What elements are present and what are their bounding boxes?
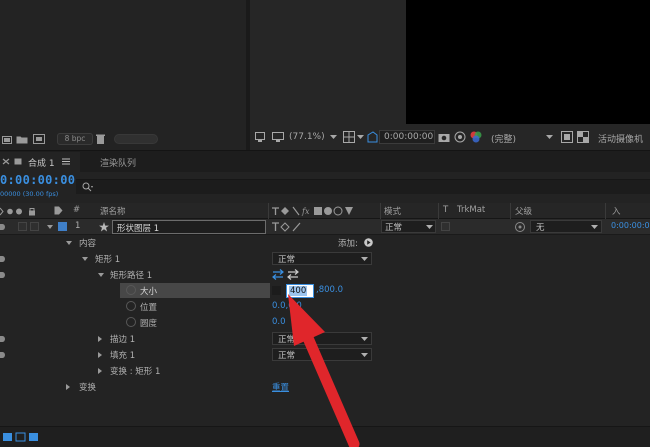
chevron-down-icon[interactable]: [357, 135, 364, 140]
col-preserve-transparency: T: [443, 205, 449, 215]
label-tag-icon: [54, 206, 63, 215]
pick-whip-icon[interactable]: [514, 221, 526, 233]
size-label: 大小: [140, 287, 158, 297]
path-direction-icon[interactable]: [272, 269, 302, 280]
chevron-down-icon: [361, 257, 368, 261]
chevron-down-icon: [361, 353, 368, 357]
close-icon[interactable]: [2, 158, 10, 165]
switches-icons: fx: [272, 206, 353, 216]
rectangle-path-row[interactable]: 矩形路径 1: [0, 267, 650, 283]
add-arrow-icon[interactable]: [364, 238, 373, 247]
expand-icon[interactable]: [66, 384, 70, 390]
col-source-name[interactable]: 源名称: [100, 205, 126, 217]
zoom-level[interactable]: (77.1%): [289, 132, 325, 142]
frame-rate-readout: 00000 (30.00 fps): [0, 190, 59, 198]
rectangle-blend-mode-dropdown[interactable]: 正常: [272, 252, 372, 265]
new-composition-icon[interactable]: [33, 134, 45, 144]
resolution-dropdown[interactable]: (完整): [491, 132, 516, 145]
layer-index: 1: [75, 221, 81, 231]
show-channel-icon[interactable]: [454, 131, 466, 143]
visibility-icon[interactable]: [0, 256, 5, 262]
tab-menu-icon[interactable]: [62, 158, 70, 165]
layer-visibility-icon[interactable]: [0, 224, 5, 230]
visibility-icon[interactable]: [0, 272, 5, 278]
layer-in-time[interactable]: 0:00:00:00: [611, 221, 650, 230]
project-panel: [0, 0, 246, 148]
layer-search-input[interactable]: [76, 179, 650, 194]
tab-render-queue[interactable]: 渲染队列: [100, 156, 136, 169]
svg-text:fx: fx: [301, 207, 310, 216]
timeline-tab-bar: [0, 150, 650, 172]
interpret-footage-icon[interactable]: [2, 135, 12, 144]
lock-switch[interactable]: [30, 222, 39, 231]
col-number: #: [73, 205, 81, 215]
viewer-canvas[interactable]: [406, 0, 650, 124]
stopwatch-icon[interactable]: [126, 317, 136, 327]
solo-switch[interactable]: [18, 222, 27, 231]
col-parent: 父级: [515, 207, 533, 217]
col-mode: 模式: [384, 207, 402, 217]
camera-view-dropdown[interactable]: 活动摄像机: [598, 132, 643, 145]
grid-guides-icon[interactable]: [343, 131, 355, 143]
shape-star-icon: [99, 222, 109, 232]
expand-icon[interactable]: [66, 241, 72, 245]
color-channels-icon[interactable]: [469, 130, 483, 144]
viewer-footer-bar: (77.1%) 0:00:00:00 (完整) 活动摄像机: [250, 126, 650, 148]
trash-icon[interactable]: [96, 134, 105, 144]
col-in: 入: [612, 207, 621, 217]
transparency-grid-icon[interactable]: [577, 131, 589, 143]
expand-icon[interactable]: [98, 352, 102, 358]
expand-icon[interactable]: [98, 336, 102, 342]
bit-depth-button[interactable]: 8 bpc: [57, 133, 93, 145]
add-menu-label[interactable]: 添加:: [338, 237, 358, 249]
red-annotation-arrow: [288, 294, 360, 447]
layer-switches[interactable]: [272, 222, 306, 232]
expand-layer-icon[interactable]: [47, 225, 53, 229]
visibility-icon[interactable]: [0, 352, 5, 358]
chevron-down-icon: [426, 225, 433, 229]
chevron-down-icon[interactable]: [330, 135, 337, 140]
current-time-field[interactable]: 0:00:00:00: [379, 130, 435, 144]
layer-mode-dropdown[interactable]: 正常: [381, 220, 436, 233]
search-icon: [82, 182, 93, 192]
snapshot-camera-icon[interactable]: [438, 132, 450, 142]
expand-icon[interactable]: [98, 368, 102, 374]
new-folder-icon[interactable]: [16, 135, 28, 144]
content-group-row[interactable]: 内容 添加:: [0, 235, 650, 251]
chevron-down-icon: [361, 337, 368, 341]
tab-composition[interactable]: 合成 1: [0, 152, 80, 172]
layer-name-field[interactable]: 形状图层 1: [112, 220, 266, 234]
region-of-interest-icon[interactable]: [561, 131, 573, 143]
timeline-current-time[interactable]: 0:00:00:00: [0, 173, 75, 187]
rectangle-group-row[interactable]: 矩形 1 正常: [0, 251, 650, 267]
mask-visibility-icon[interactable]: [366, 131, 378, 143]
col-track-matte: TrkMat: [457, 205, 486, 215]
expand-icon[interactable]: [82, 257, 88, 261]
label-color-swatch[interactable]: [58, 222, 67, 231]
parent-dropdown[interactable]: 无: [530, 220, 602, 233]
stopwatch-icon[interactable]: [126, 285, 136, 295]
visibility-icon[interactable]: [0, 336, 5, 342]
composition-icon: [14, 158, 22, 165]
monitor-icon[interactable]: [272, 132, 284, 142]
stopwatch-icon[interactable]: [126, 301, 136, 311]
thumbnail-size-slider[interactable]: [114, 134, 158, 144]
footer-toggle-icons[interactable]: [3, 431, 43, 442]
layer-row[interactable]: 1 形状图层 1 正常 无 0:00:00:00: [0, 219, 650, 235]
expand-icon[interactable]: [98, 273, 104, 277]
chevron-down-icon: [591, 225, 598, 229]
av-features-icon: [0, 207, 35, 216]
always-preview-icon[interactable]: [255, 132, 265, 142]
chevron-down-icon[interactable]: [546, 135, 553, 140]
preserve-transparency-checkbox[interactable]: [441, 222, 450, 231]
